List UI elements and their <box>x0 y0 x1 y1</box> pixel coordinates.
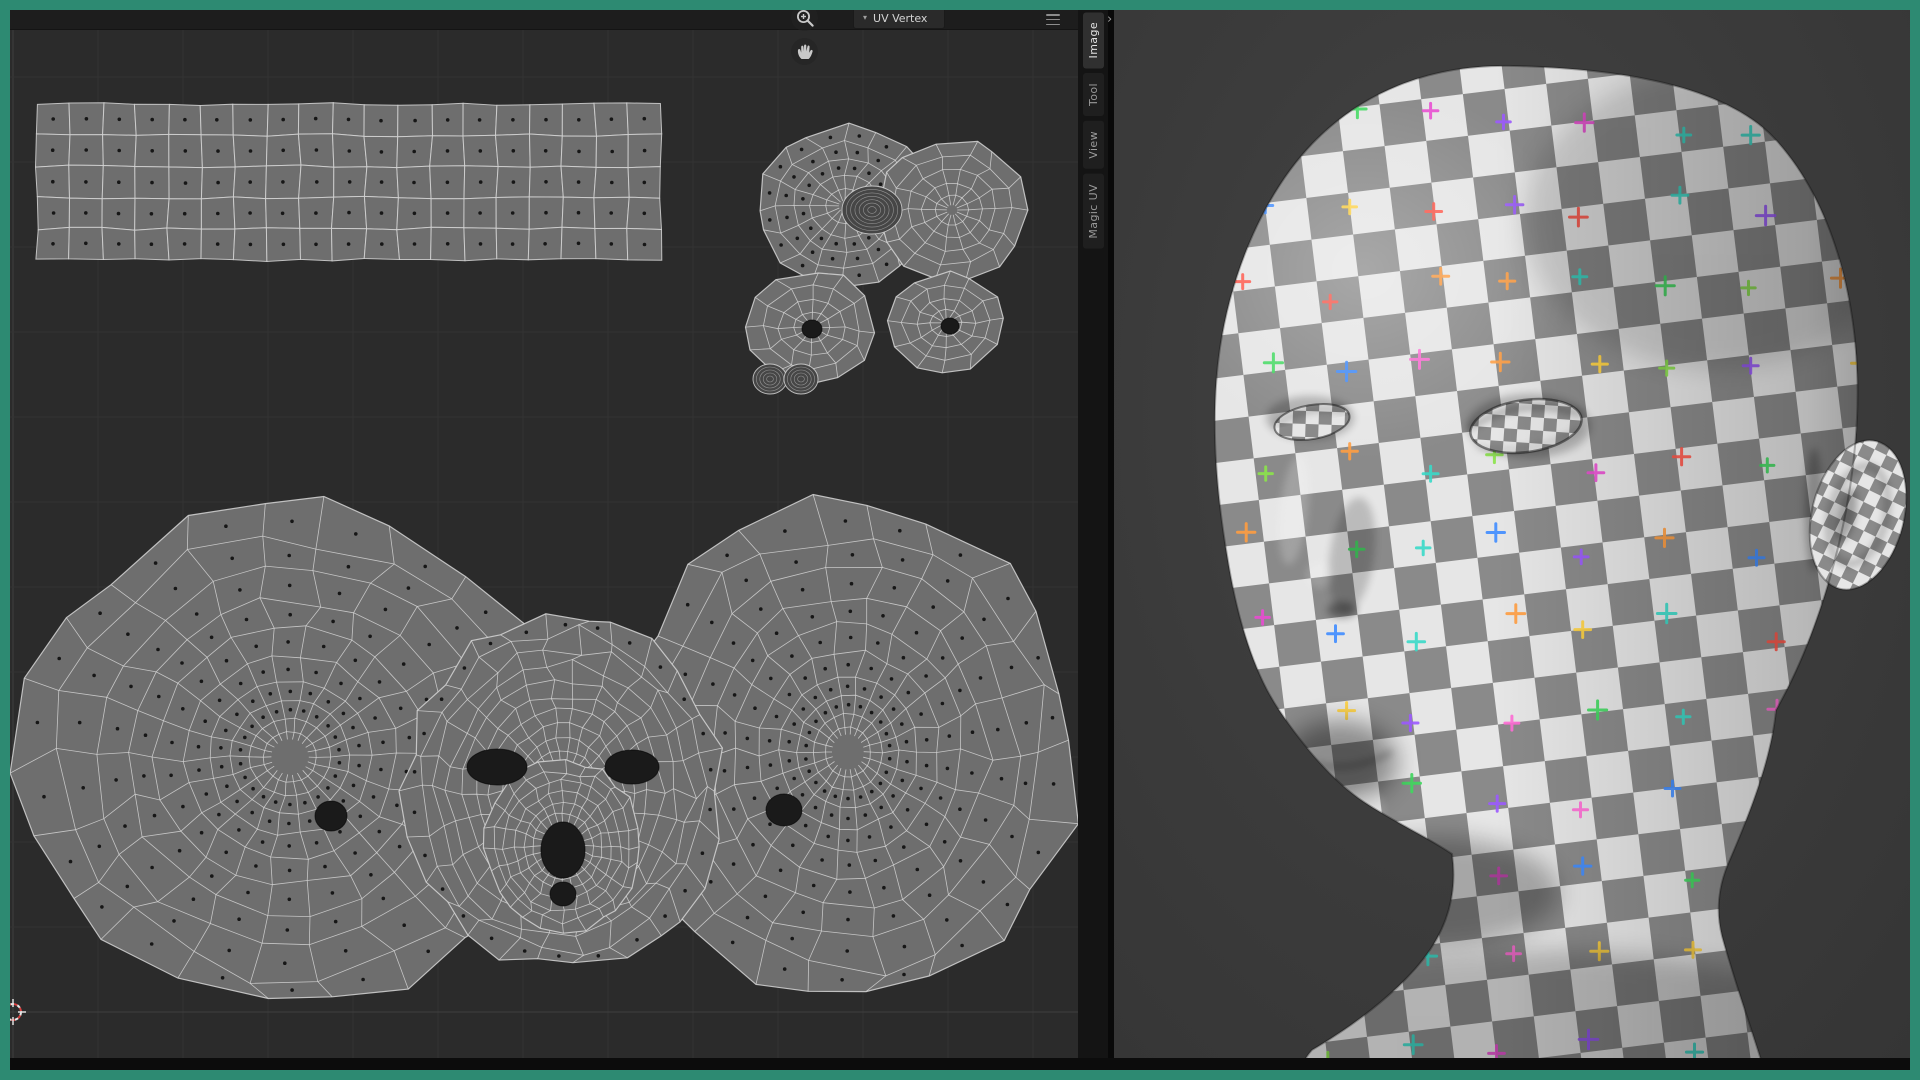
pan-icon[interactable] <box>791 38 818 65</box>
zoom-icon[interactable] <box>791 10 818 31</box>
viewport-canvas[interactable] <box>1114 10 1910 1058</box>
header-menu-icon[interactable] <box>1046 14 1060 25</box>
expand-panel-arrow[interactable]: › <box>1107 13 1112 26</box>
sidebar-tab-magic-uv[interactable]: Magic UV <box>1082 174 1104 249</box>
blender-window: ▾ UV Vertex Image Tool View Magic UV › <box>10 10 1910 1070</box>
uv-selection-mode-dropdown[interactable]: ▾ UV Vertex <box>853 10 945 29</box>
chevron-down-icon: ▾ <box>863 12 868 22</box>
uv-selection-mode-label: UV Vertex <box>873 11 928 25</box>
sidebar-tab-tool[interactable]: Tool <box>1082 73 1104 117</box>
hand-glyph <box>797 43 813 59</box>
status-bar <box>10 1058 1910 1070</box>
viewport-3d[interactable] <box>1114 10 1910 1058</box>
window-frame: ▾ UV Vertex Image Tool View Magic UV › <box>0 0 1920 1080</box>
magnifier-glyph <box>796 10 814 27</box>
uv-editor-header: ▾ UV Vertex <box>10 10 1078 30</box>
sidebar-tab-view[interactable]: View <box>1082 121 1104 170</box>
sidebar-tab-strip: Image Tool View Magic UV <box>1078 10 1108 1058</box>
uv-canvas[interactable] <box>10 10 1078 1058</box>
sidebar-tab-image[interactable]: Image <box>1082 12 1104 69</box>
uv-editor[interactable]: ▾ UV Vertex <box>10 10 1078 1058</box>
